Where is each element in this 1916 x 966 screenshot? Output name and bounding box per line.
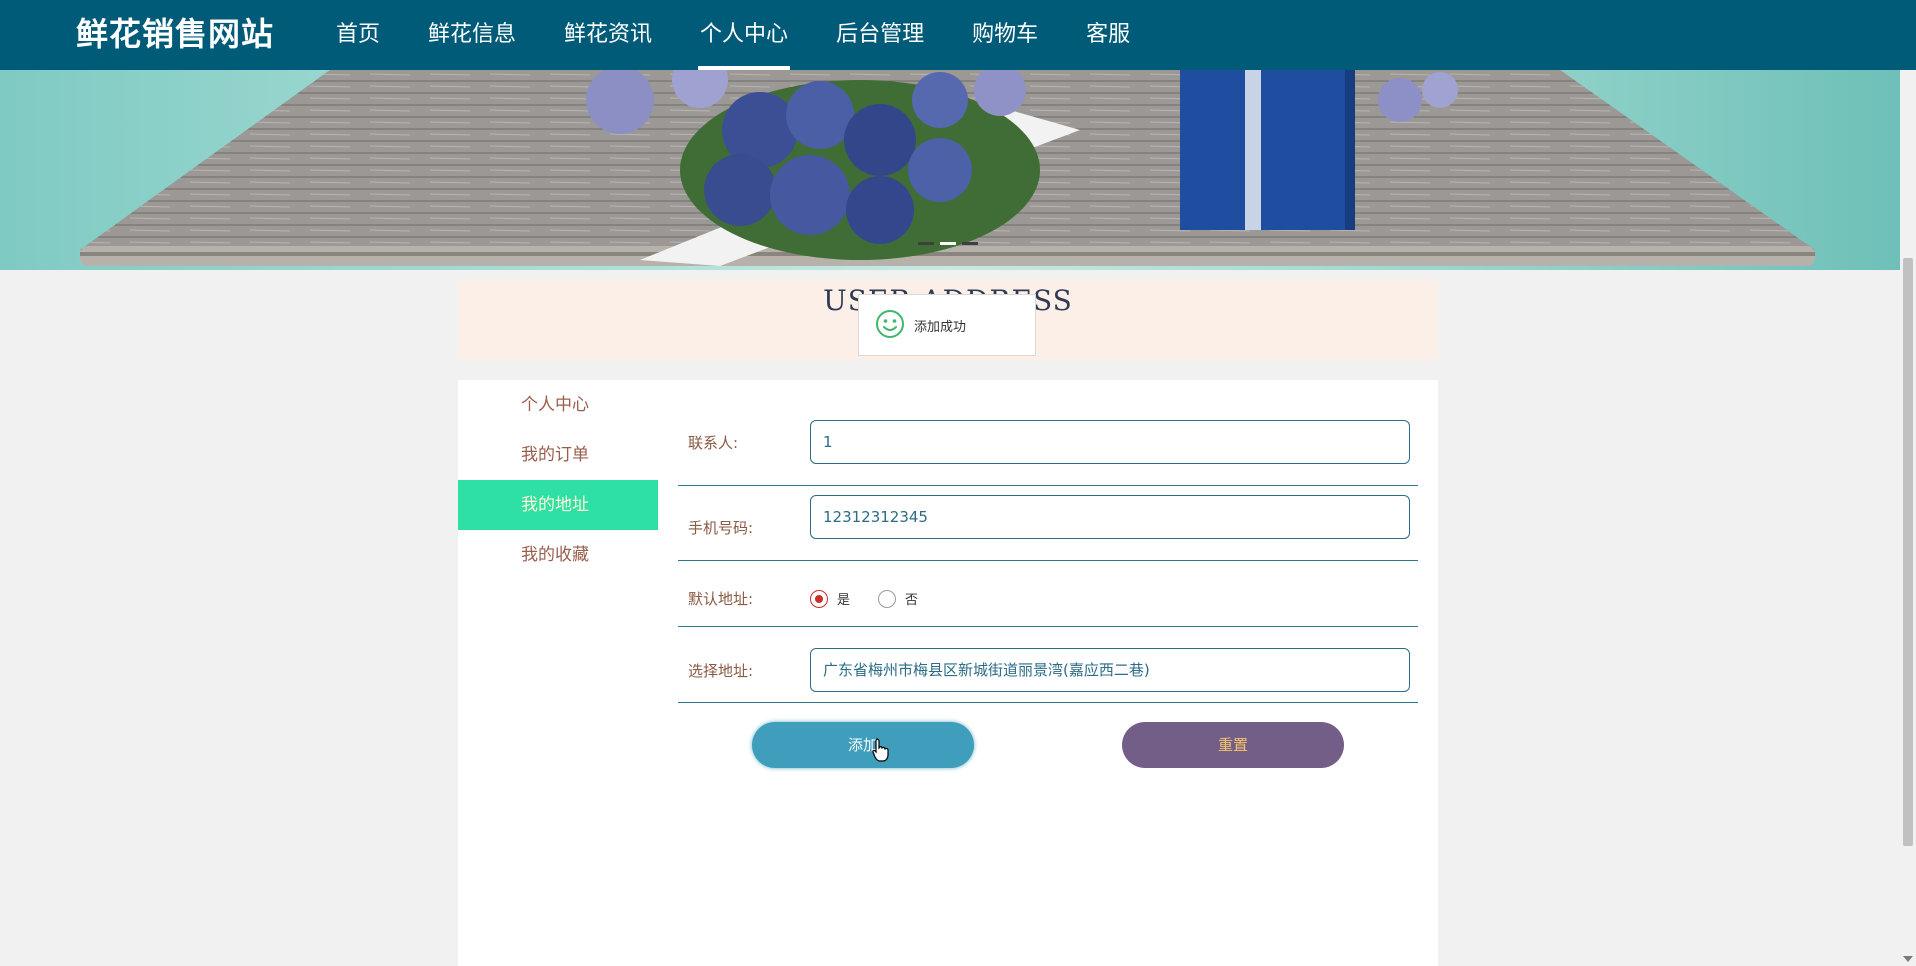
success-toast: 添加成功	[858, 294, 1036, 356]
phone-input[interactable]: 12312312345	[810, 495, 1410, 539]
phone-row: 手机号码: 12312312345	[678, 495, 1418, 561]
contact-label: 联系人:	[688, 434, 739, 452]
sidebar-item-my-orders[interactable]: 我的订单	[458, 430, 658, 480]
nav-home[interactable]: 首页	[318, 0, 398, 70]
address-row: 选择地址: 广东省梅州市梅县区新城街道丽景湾(嘉应西二巷)	[678, 648, 1418, 703]
radio-checked-icon	[810, 589, 828, 608]
top-nav-bar: 鲜花销售网站 首页 鲜花信息 鲜花资讯 个人中心 后台管理 购物车 客服	[0, 0, 1916, 70]
scroll-thumb[interactable]	[1903, 258, 1913, 846]
banner-image	[0, 70, 1900, 270]
nav-flower-info[interactable]: 鲜花信息	[410, 0, 534, 70]
nav-customer-service[interactable]: 客服	[1068, 0, 1148, 70]
content-panel: 个人中心 我的订单 我的地址 我的收藏 联系人: 1 手机号码: 1231231…	[458, 380, 1438, 966]
sidebar-item-personal-center[interactable]: 个人中心	[458, 380, 658, 430]
default-yes-label: 是	[837, 593, 851, 608]
default-no-radio[interactable]: 否	[878, 589, 918, 608]
default-address-row: 默认地址: 是 否	[678, 580, 1418, 627]
add-button[interactable]: 添加	[752, 722, 974, 768]
phone-label: 手机号码:	[688, 519, 754, 537]
nav-admin[interactable]: 后台管理	[818, 0, 942, 70]
nav-flower-news[interactable]: 鲜花资讯	[546, 0, 670, 70]
toast-message: 添加成功	[914, 320, 967, 335]
scroll-down-icon[interactable]	[1903, 956, 1913, 962]
hand-cursor-icon	[872, 738, 890, 766]
sidebar-item-my-favorites[interactable]: 我的收藏	[458, 530, 658, 580]
default-address-label: 默认地址:	[688, 590, 754, 608]
site-brand[interactable]: 鲜花销售网站	[76, 14, 274, 54]
main-nav: 首页 鲜花信息 鲜花资讯 个人中心 后台管理 购物车 客服	[318, 0, 1160, 70]
sidebar-item-my-address[interactable]: 我的地址	[458, 480, 658, 530]
page-scrollbar[interactable]	[1900, 0, 1916, 966]
address-input[interactable]: 广东省梅州市梅县区新城街道丽景湾(嘉应西二巷)	[810, 648, 1410, 692]
nav-cart[interactable]: 购物车	[954, 0, 1056, 70]
reset-button[interactable]: 重置	[1122, 722, 1344, 768]
default-yes-radio[interactable]: 是	[810, 589, 850, 608]
banner-illustration	[80, 70, 1815, 266]
default-no-label: 否	[905, 593, 919, 608]
address-label: 选择地址:	[688, 662, 754, 680]
contact-input[interactable]: 1	[810, 420, 1410, 464]
contact-row: 联系人: 1	[678, 420, 1418, 486]
radio-unchecked-icon	[878, 589, 896, 608]
smile-icon	[875, 309, 905, 343]
nav-personal-center[interactable]: 个人中心	[682, 0, 806, 70]
